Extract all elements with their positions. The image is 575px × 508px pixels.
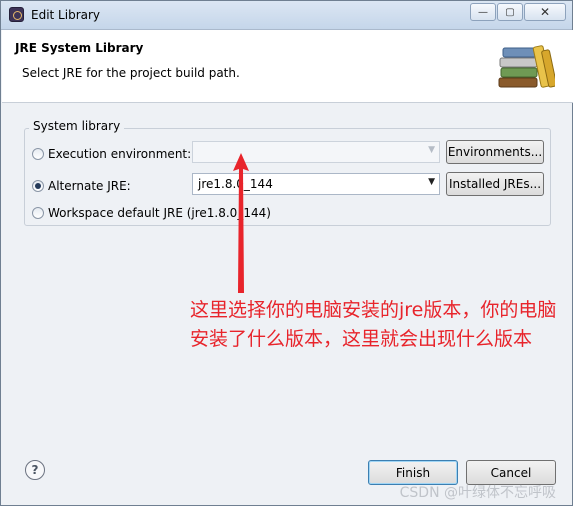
alternate-jre-radio[interactable] <box>32 180 44 192</box>
title-bar[interactable]: Edit Library — ▢ ✕ <box>1 1 572 30</box>
execution-environment-option[interactable]: Execution environment: <box>32 147 191 161</box>
arrow-annotation <box>233 153 249 293</box>
chevron-down-icon: ▼ <box>428 145 435 155</box>
minimize-button[interactable]: — <box>470 3 496 21</box>
execution-environment-label: Execution environment: <box>48 147 192 161</box>
window-title: Edit Library <box>31 8 101 22</box>
header-description: Select JRE for the project build path. <box>22 66 240 80</box>
watermark: CSDN @叶绿体不忘呼吸 <box>399 485 556 501</box>
chevron-down-icon: ▼ <box>428 177 435 187</box>
edit-library-dialog: Edit Library — ▢ ✕ JRE System Library Se… <box>0 0 573 506</box>
eclipse-app-icon <box>9 7 24 22</box>
books-icon <box>498 45 555 88</box>
workspace-default-radio[interactable] <box>32 207 44 219</box>
execution-environment-radio[interactable] <box>32 148 44 160</box>
header-title: JRE System Library <box>15 41 144 55</box>
window-controls: — ▢ ✕ <box>469 3 566 21</box>
dialog-header: JRE System Library Select JRE for the pr… <box>2 30 573 103</box>
help-icon[interactable]: ? <box>25 460 45 480</box>
environments-button[interactable]: Environments... <box>446 140 544 164</box>
annotation-text: 这里选择你的电脑安装的jre版本，你的电脑安装了什么版本，这里就会出现什么版本 <box>190 299 557 350</box>
restore-button[interactable]: ▢ <box>497 3 523 21</box>
close-button[interactable]: ✕ <box>524 3 566 21</box>
alternate-jre-option[interactable]: Alternate JRE: <box>32 179 131 193</box>
group-label: System library <box>29 119 125 133</box>
installed-jres-button[interactable]: Installed JREs... <box>446 172 544 196</box>
alternate-jre-label: Alternate JRE: <box>48 179 131 193</box>
